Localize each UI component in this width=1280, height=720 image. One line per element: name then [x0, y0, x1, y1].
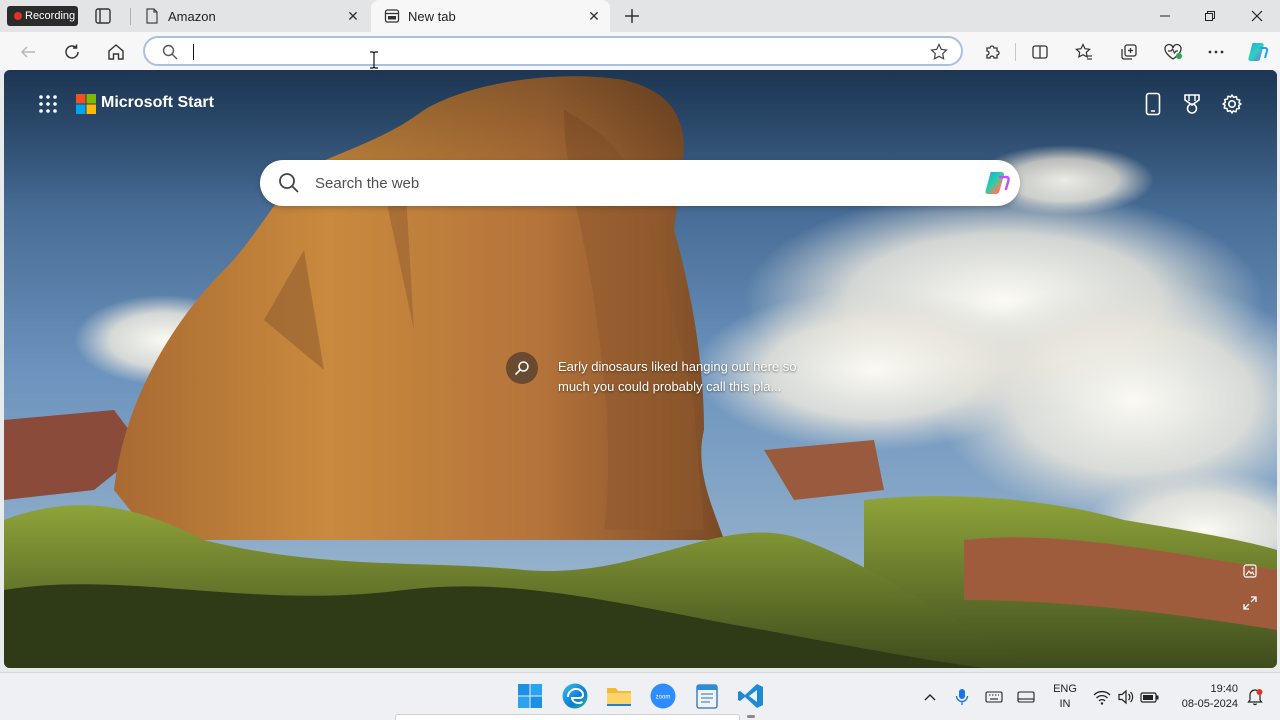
search-placeholder: Search the web: [315, 175, 420, 192]
notepad-icon[interactable]: [692, 681, 722, 711]
microsoft-logo-icon[interactable]: [76, 94, 96, 114]
split-screen-icon[interactable]: [1029, 41, 1051, 63]
record-dot-icon: [14, 12, 22, 20]
recording-label: Recording: [25, 10, 76, 22]
zoom-app-icon[interactable]: zoom: [648, 681, 678, 711]
image-info-icon[interactable]: [1242, 563, 1258, 579]
web-search-box[interactable]: Search the web: [260, 160, 1020, 206]
taskbar-preview-thumbnail: [395, 714, 740, 720]
favorite-star-icon[interactable]: [929, 42, 949, 62]
text-caret: [193, 44, 194, 60]
clock-date: 08-05-2024: [1181, 698, 1238, 710]
input-language[interactable]: ENG IN: [1052, 682, 1078, 712]
mobile-app-icon[interactable]: [1142, 92, 1164, 116]
copilot-icon[interactable]: [982, 169, 1012, 197]
extensions-icon[interactable]: [981, 41, 1003, 63]
wifi-icon[interactable]: [1092, 687, 1112, 707]
search-icon: [161, 43, 179, 61]
language-region: IN: [1059, 698, 1071, 710]
minimize-icon[interactable]: [1154, 6, 1176, 26]
windows-taskbar: zoom ENG IN 19:40 08-05-2024: [0, 672, 1280, 720]
refresh-icon[interactable]: [61, 41, 83, 63]
battery-charging-icon[interactable]: [1140, 687, 1160, 707]
recording-badge[interactable]: Recording: [7, 6, 78, 26]
more-options-icon[interactable]: [1205, 41, 1227, 63]
collections-icon[interactable]: [1118, 41, 1140, 63]
favorites-icon[interactable]: [1073, 41, 1095, 63]
keyboard-icon[interactable]: [984, 687, 1004, 707]
copilot-icon[interactable]: [1245, 39, 1271, 65]
svg-text:zoom: zoom: [656, 695, 671, 701]
system-clock[interactable]: 19:40 08-05-2024: [1170, 682, 1238, 712]
new-tab-button[interactable]: [622, 6, 642, 26]
close-tab-icon[interactable]: ✕: [345, 8, 361, 24]
search-icon: [278, 172, 300, 194]
tab-actions-icon[interactable]: [94, 7, 112, 25]
clock-time: 19:40: [1210, 683, 1238, 695]
tab-title: Amazon: [168, 9, 216, 24]
vscode-icon[interactable]: [736, 681, 766, 718]
edge-browser-icon[interactable]: [560, 681, 590, 718]
tab-new-tab[interactable]: New tab ✕: [371, 0, 610, 32]
app-launcher-icon[interactable]: [38, 94, 58, 114]
chevron-up-icon[interactable]: [920, 687, 940, 707]
restore-icon[interactable]: [1199, 6, 1221, 26]
close-window-icon[interactable]: [1246, 6, 1268, 26]
display-icon[interactable]: [1016, 687, 1036, 707]
back-arrow-icon[interactable]: [17, 41, 39, 63]
new-tab-page: Microsoft Start Search the web Early din…: [4, 70, 1277, 668]
settings-gear-icon[interactable]: [1221, 92, 1243, 116]
address-bar[interactable]: [143, 36, 963, 66]
windows-start-icon[interactable]: [515, 681, 545, 711]
image-search-button[interactable]: [506, 352, 538, 384]
expand-icon[interactable]: [1242, 595, 1258, 611]
file-explorer-icon[interactable]: [604, 681, 634, 711]
volume-icon[interactable]: [1116, 687, 1136, 707]
rewards-trophy-icon[interactable]: [1181, 92, 1203, 116]
tab-amazon[interactable]: Amazon ✕: [131, 0, 369, 32]
notification-bell-icon[interactable]: [1245, 687, 1265, 707]
brand-title[interactable]: Microsoft Start: [101, 94, 214, 112]
tab-title: New tab: [408, 9, 456, 24]
browser-essentials-icon[interactable]: [1162, 41, 1184, 63]
microphone-icon[interactable]: [952, 687, 972, 707]
image-fact-text[interactable]: Early dinosaurs liked hanging out here s…: [558, 357, 828, 397]
tab-strip: Recording Amazon ✕ New tab ✕: [0, 0, 1280, 32]
browser-toolbar: [0, 32, 1280, 70]
close-tab-icon[interactable]: ✕: [586, 8, 602, 24]
text-cursor-icon: [368, 50, 380, 70]
language-code: ENG: [1053, 683, 1077, 695]
toolbar-separator: [1015, 43, 1016, 61]
newtab-icon: [384, 8, 400, 24]
document-icon: [144, 8, 160, 24]
home-icon[interactable]: [105, 41, 127, 63]
